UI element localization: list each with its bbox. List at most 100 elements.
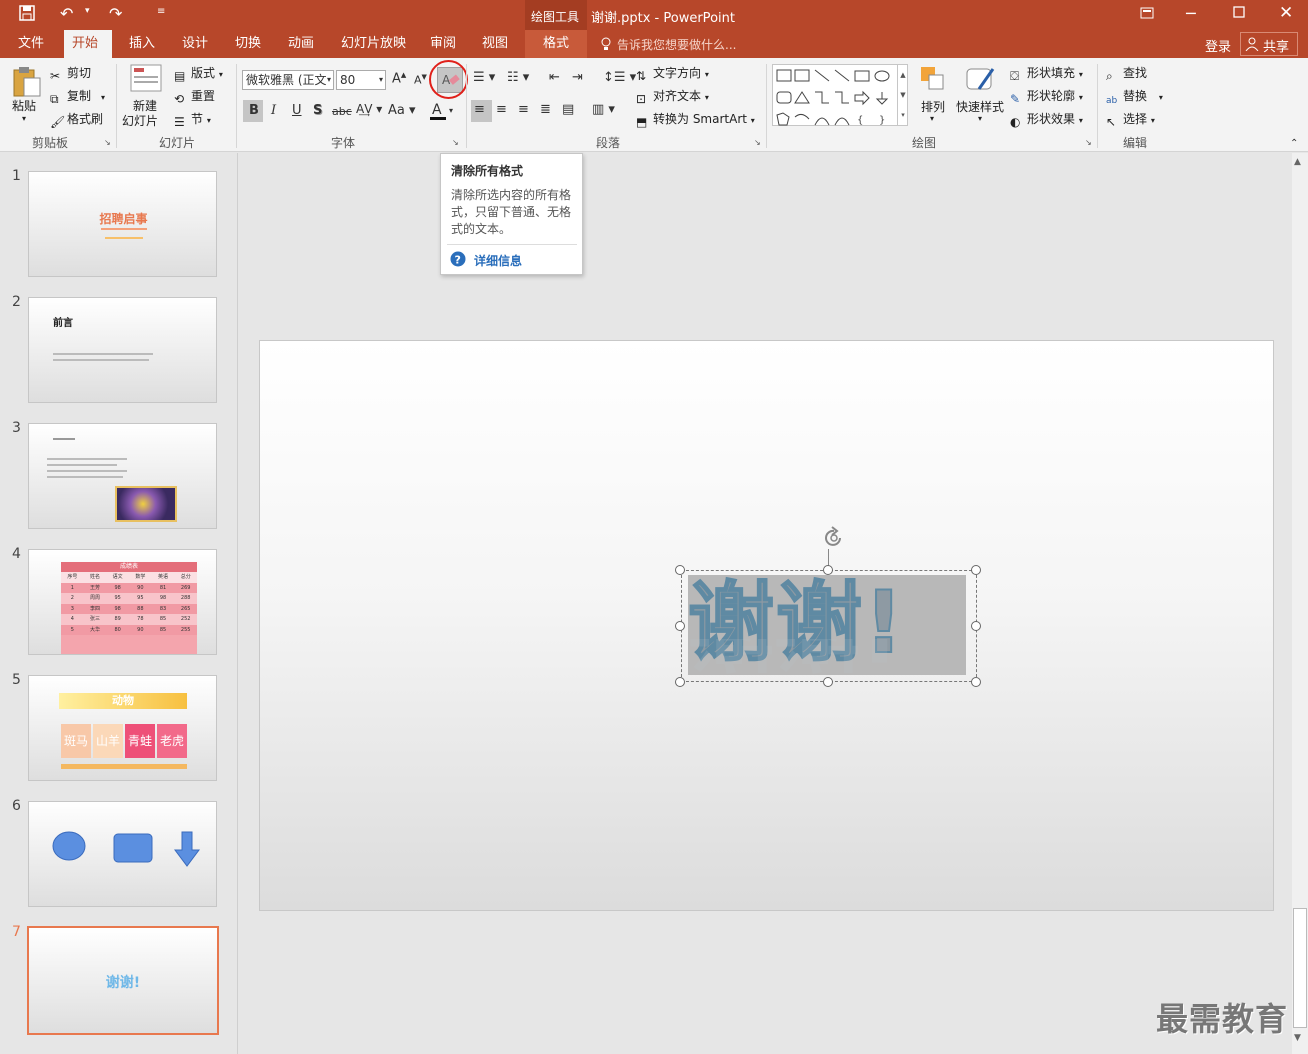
resize-handle[interactable] bbox=[675, 621, 685, 631]
align-center-icon[interactable]: ≡ bbox=[496, 102, 507, 117]
format-painter-button[interactable]: 🖌 格式刷 bbox=[50, 110, 103, 129]
slide-thumbnail-2[interactable]: 前言 bbox=[28, 297, 217, 403]
new-slide-label-2[interactable]: 幻灯片 bbox=[122, 112, 158, 129]
arrange-label[interactable]: 排列 bbox=[921, 98, 945, 115]
tab-home[interactable]: 开始 bbox=[64, 30, 112, 58]
ribbon-display-icon[interactable] bbox=[1140, 6, 1154, 23]
scroll-down-icon[interactable]: ▼ bbox=[1294, 1033, 1301, 1043]
shapes-gallery[interactable]: {} ▲ ▼ ▾ bbox=[772, 64, 908, 126]
shape-outline-button[interactable]: ✎ 形状轮廓 ▾ bbox=[1010, 87, 1083, 106]
decrease-indent-icon[interactable]: ⇤ bbox=[549, 70, 560, 85]
arrange-icon[interactable] bbox=[919, 65, 947, 96]
copy-button[interactable]: ⧉ 复制 ▾ bbox=[50, 87, 105, 106]
collapse-ribbon-icon[interactable]: ⌃ bbox=[1290, 138, 1298, 149]
shrink-font-icon[interactable]: A▼ bbox=[414, 73, 427, 87]
quick-styles-icon[interactable] bbox=[965, 65, 997, 98]
align-right-icon[interactable]: ≡ bbox=[518, 102, 529, 117]
resize-handle[interactable] bbox=[675, 677, 685, 687]
tab-format[interactable]: 格式 bbox=[525, 30, 587, 58]
resize-handle[interactable] bbox=[675, 565, 685, 575]
undo-icon[interactable]: ↶ bbox=[60, 4, 73, 23]
selected-text-box[interactable]: 谢谢! 谢谢! bbox=[681, 570, 977, 682]
gallery-scroll[interactable]: ▲ ▼ ▾ bbox=[897, 65, 908, 125]
tab-animations[interactable]: 动画 bbox=[280, 30, 322, 58]
paste-icon[interactable] bbox=[12, 66, 42, 101]
customize-toolbar-icon[interactable]: ≡ bbox=[157, 6, 165, 17]
justify-icon[interactable]: ≣ bbox=[540, 102, 551, 117]
section-button[interactable]: ☰ 节 ▾ bbox=[174, 110, 211, 129]
strikethrough-button[interactable]: abc bbox=[332, 105, 352, 118]
char-spacing-button[interactable]: A͢V ▾ bbox=[356, 102, 382, 116]
change-case-button[interactable]: Aa ▾ bbox=[388, 103, 416, 118]
slide-thumbnail-1[interactable]: 招聘启事 bbox=[28, 171, 217, 277]
redo-icon[interactable]: ↷ bbox=[109, 4, 122, 23]
clipboard-launcher-icon[interactable]: ↘ bbox=[104, 138, 111, 147]
minimize-icon[interactable]: ─ bbox=[1186, 4, 1196, 23]
quick-styles-label[interactable]: 快速样式 bbox=[956, 98, 1004, 115]
shape-effects-button[interactable]: ◐ 形状效果 ▾ bbox=[1010, 110, 1083, 129]
slide-thumbnail-6[interactable] bbox=[28, 801, 217, 907]
select-button[interactable]: ↖ 选择 ▾ bbox=[1106, 110, 1155, 129]
increase-indent-icon[interactable]: ⇥ bbox=[572, 70, 583, 85]
grow-font-icon[interactable]: A▲ bbox=[392, 71, 406, 86]
rotate-handle-icon[interactable] bbox=[822, 526, 846, 550]
font-color-icon[interactable]: A ▾ bbox=[430, 100, 456, 125]
text-direction-button[interactable]: ⇅ 文字方向 ▾ bbox=[636, 64, 709, 83]
numbering-icon[interactable]: ☷ ▾ bbox=[507, 70, 529, 85]
bold-button[interactable]: B bbox=[249, 103, 259, 118]
tab-design[interactable]: 设计 bbox=[174, 30, 216, 58]
resize-handle[interactable] bbox=[823, 677, 833, 687]
layout-button[interactable]: ▤ 版式 ▾ bbox=[174, 64, 223, 83]
arrange-dropdown-icon[interactable]: ▾ bbox=[930, 114, 934, 123]
shape-fill-button[interactable]: ⛋ 形状填充 ▾ bbox=[1010, 64, 1083, 83]
font-launcher-icon[interactable]: ↘ bbox=[452, 138, 459, 147]
paste-button[interactable]: 粘贴 bbox=[12, 97, 36, 114]
close-icon[interactable]: ✕ bbox=[1279, 3, 1293, 23]
tab-review[interactable]: 审阅 bbox=[422, 30, 464, 58]
tab-file[interactable]: 文件 bbox=[10, 30, 52, 58]
slide-thumbnail-7-selected[interactable]: 谢谢! bbox=[27, 926, 219, 1035]
cut-button[interactable]: ✂ 剪切 bbox=[50, 64, 91, 83]
line-spacing-icon[interactable]: ↕☰ ▾ bbox=[603, 70, 636, 85]
tab-slideshow[interactable]: 幻灯片放映 bbox=[333, 30, 414, 58]
font-name-combo[interactable]: 微软雅黑 (正文 ▾ bbox=[242, 70, 334, 90]
resize-handle[interactable] bbox=[971, 621, 981, 631]
resize-handle[interactable] bbox=[971, 565, 981, 575]
share-button[interactable]: 共享 bbox=[1240, 32, 1298, 56]
columns-icon[interactable]: ▥ ▾ bbox=[592, 102, 615, 117]
slide-canvas[interactable]: 谢谢! 谢谢! bbox=[259, 340, 1274, 911]
align-text-button[interactable]: ⊡ 对齐文本 ▾ bbox=[636, 87, 709, 106]
resize-handle[interactable] bbox=[971, 677, 981, 687]
paste-dropdown-icon[interactable]: ▾ bbox=[22, 114, 26, 123]
sign-in-link[interactable]: 登录 bbox=[1205, 36, 1231, 55]
slide-thumbnail-3[interactable] bbox=[28, 423, 217, 529]
scroll-thumb[interactable] bbox=[1293, 908, 1307, 1028]
new-slide-icon[interactable] bbox=[130, 64, 162, 97]
vertical-scrollbar[interactable]: ▲ ▼ bbox=[1292, 153, 1308, 1054]
align-left-icon[interactable]: ≡ bbox=[474, 102, 485, 117]
scroll-up-icon[interactable]: ▲ bbox=[1294, 157, 1301, 167]
italic-button[interactable]: I bbox=[271, 103, 276, 118]
maximize-icon[interactable] bbox=[1233, 6, 1245, 21]
slide-thumbnail-4[interactable]: 成绩表 序号 姓名 语文 数学 英语 总分 1 王芳 98 90 81 269 2 周周 95 95 98 288… bbox=[28, 549, 217, 655]
drawing-launcher-icon[interactable]: ↘ bbox=[1085, 138, 1092, 147]
quick-styles-dropdown-icon[interactable]: ▾ bbox=[978, 114, 982, 123]
find-button[interactable]: ⌕ 查找 bbox=[1106, 64, 1147, 83]
tell-me-search[interactable]: 告诉我您想要做什么... bbox=[617, 36, 736, 53]
bullets-icon[interactable]: ☰ ▾ bbox=[473, 70, 495, 85]
undo-dropdown-icon[interactable]: ▾ bbox=[85, 6, 90, 16]
paragraph-launcher-icon[interactable]: ↘ bbox=[754, 138, 761, 147]
distribute-icon[interactable]: ▤ bbox=[562, 102, 574, 117]
save-icon[interactable] bbox=[19, 5, 35, 24]
tab-insert[interactable]: 插入 bbox=[121, 30, 163, 58]
tab-view[interactable]: 视图 bbox=[474, 30, 516, 58]
resize-handle[interactable] bbox=[823, 565, 833, 575]
font-size-combo[interactable]: 80 ▾ bbox=[336, 70, 386, 90]
shadow-button[interactable]: S bbox=[313, 103, 322, 118]
reset-button[interactable]: ⟲ 重置 bbox=[174, 87, 215, 106]
slide-thumbnail-5[interactable]: 动物 斑马 山羊 青蛙 老虎 bbox=[28, 675, 217, 781]
tooltip-more-link[interactable]: 详细信息 bbox=[474, 252, 522, 269]
tab-transitions[interactable]: 切换 bbox=[227, 30, 269, 58]
smartart-button[interactable]: ⬒ 转换为 SmartArt ▾ bbox=[636, 110, 755, 129]
underline-button[interactable]: U bbox=[292, 103, 302, 118]
